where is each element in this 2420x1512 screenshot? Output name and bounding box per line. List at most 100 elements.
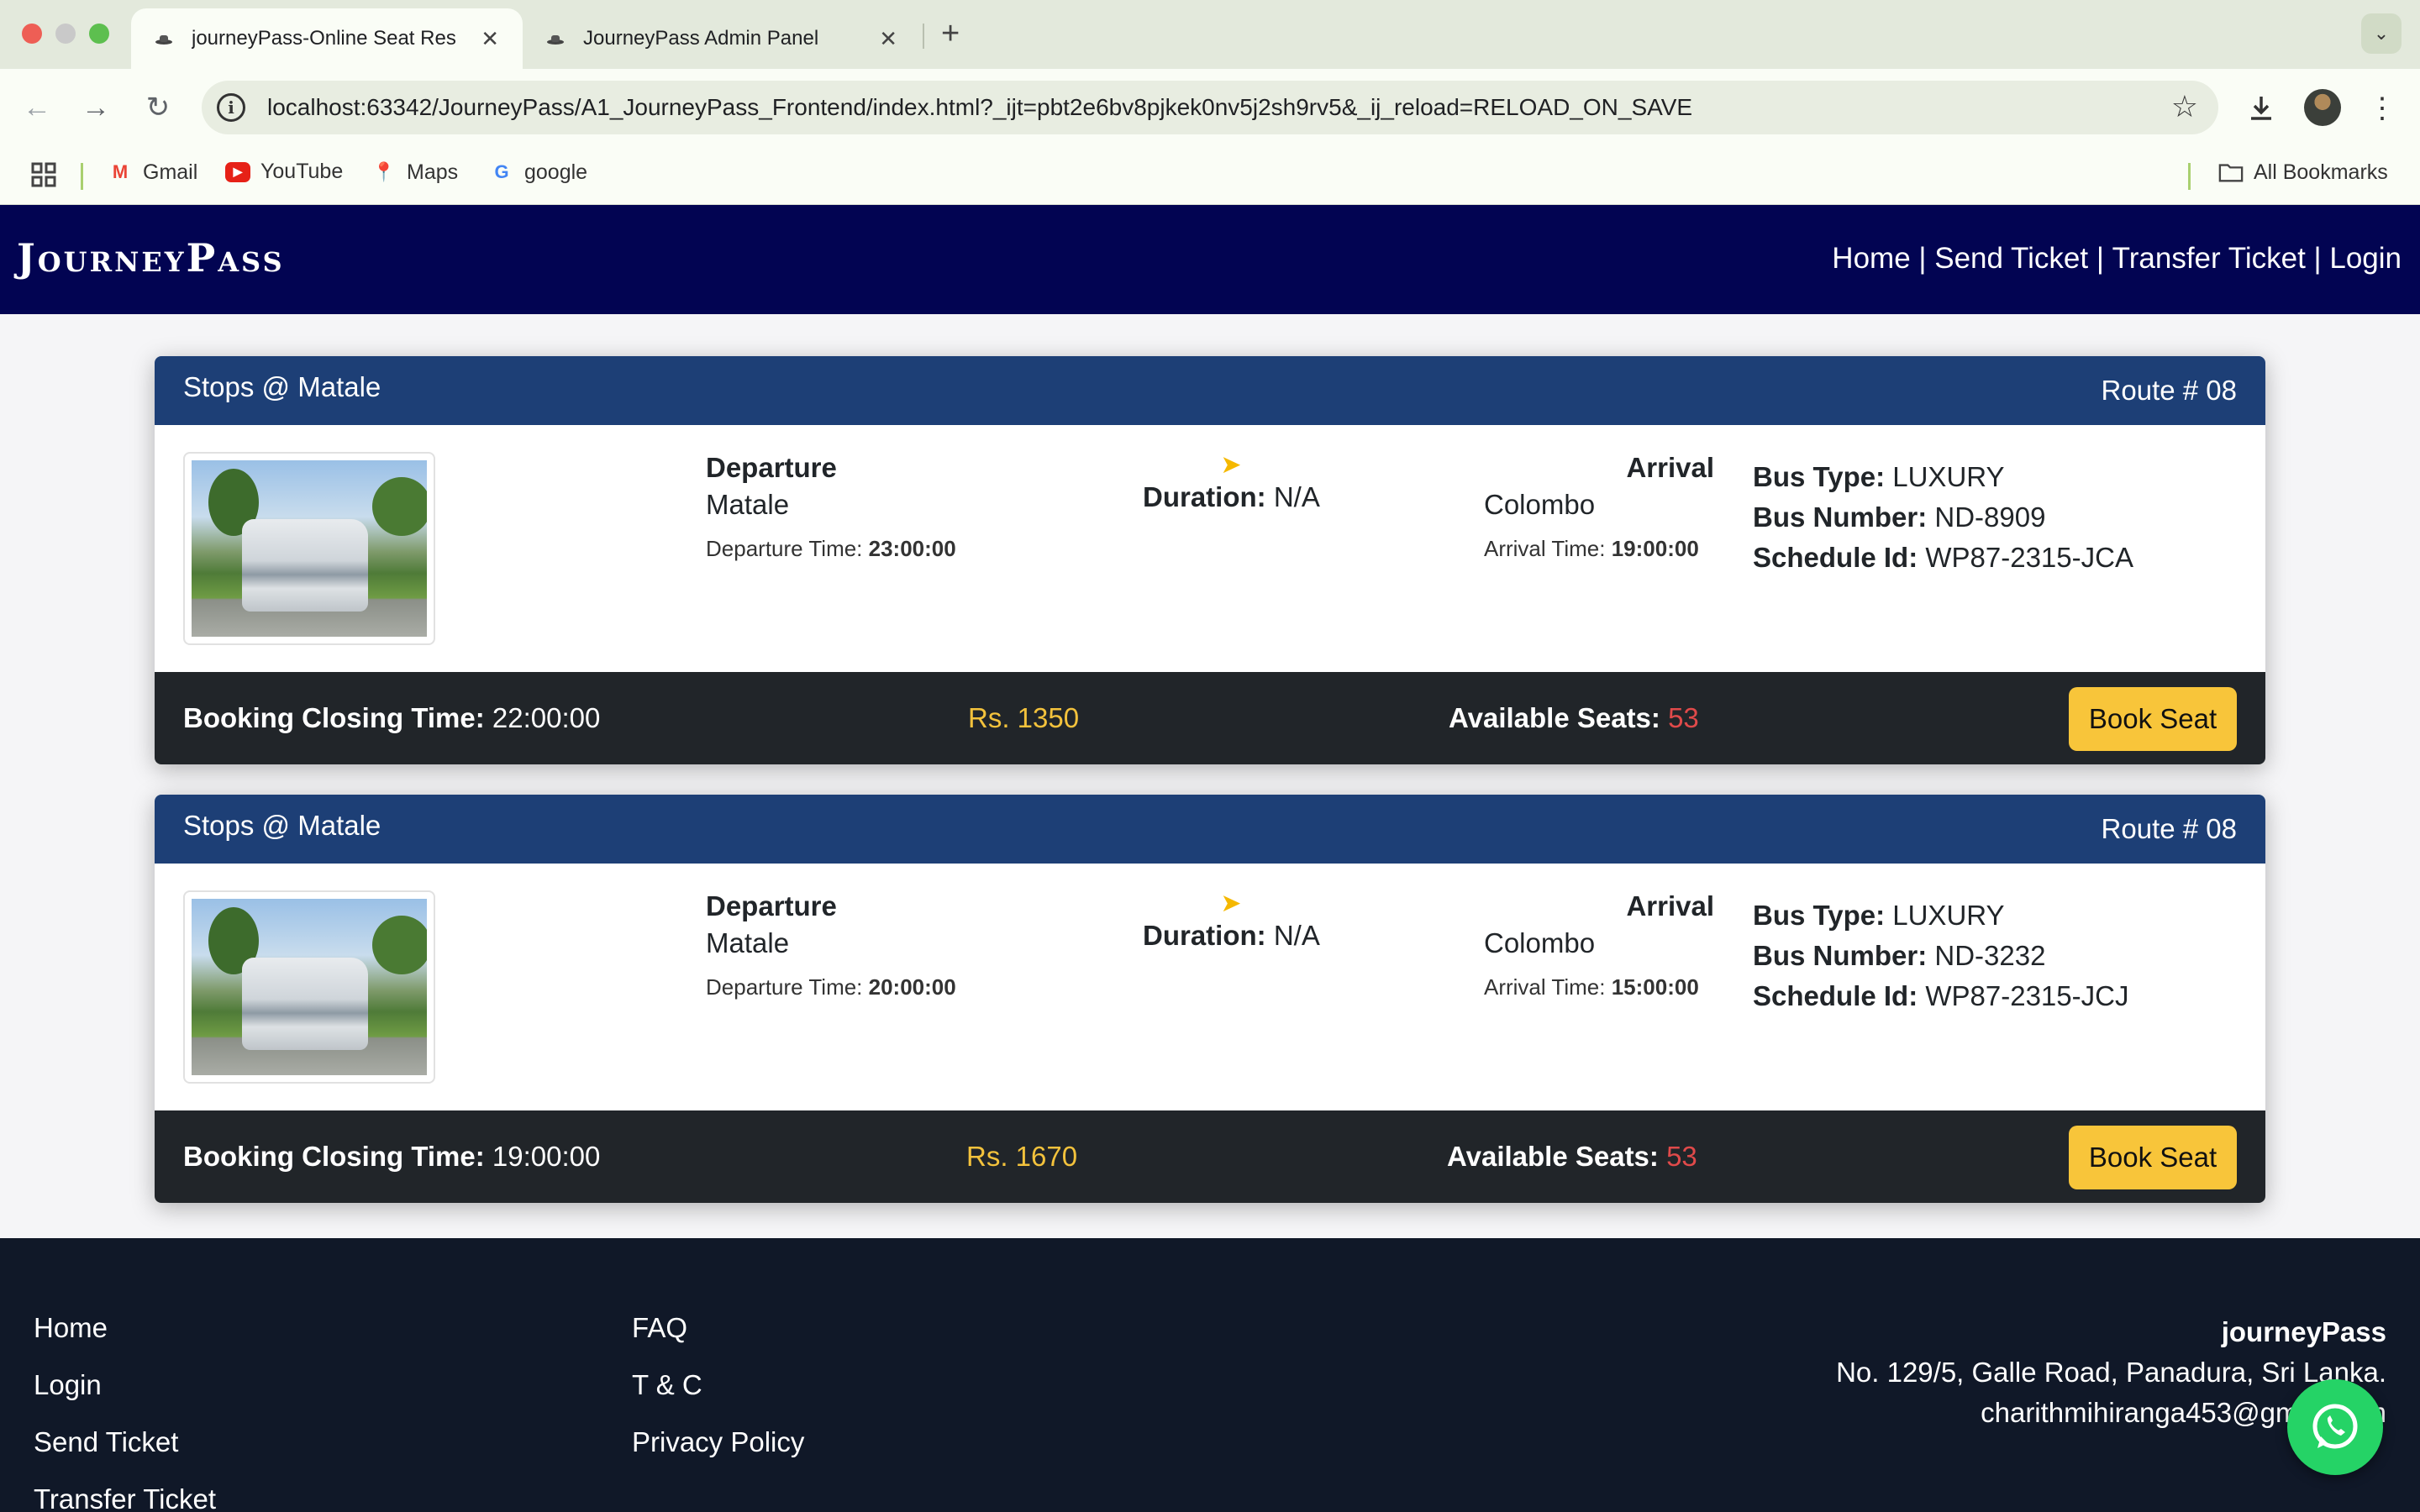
bookmark-divider [81,163,83,190]
nav-link-home[interactable]: Home [1832,242,1910,276]
nav-link-login[interactable]: Login [2329,242,2402,276]
bus-details: Bus Type: LUXURY Bus Number: ND-8909 Sch… [1753,457,2133,578]
browser-tab-active[interactable]: journeyPass-Online Seat Res ✕ [131,8,523,69]
bus-number-label: Bus Number: [1753,940,1928,971]
bookmark-star-icon[interactable]: ☆ [2171,89,2198,124]
route-number: Route # 08 [2101,813,2237,844]
card-footer: Booking Closing Time: 22:00:00 Rs. 1350 … [155,672,2265,764]
footer-link-send-ticket[interactable]: Send Ticket [34,1426,216,1483]
departure-time: 20:00:00 [868,974,956,1000]
maps-pin-icon: 📍 [372,161,396,182]
nav-link-send-ticket[interactable]: Send Ticket [1934,242,2088,276]
bookmark-label: Maps [407,160,459,184]
card-header: Stops @ Matale Route # 08 [155,356,2265,425]
more-menu-icon[interactable]: ⋮ [2361,87,2403,129]
departure-time-label: Departure Time: [706,974,863,1000]
arrival-block: Arrival Colombo Arrival Time: 15:00:00 [1484,890,1714,1000]
duration-value: N/A [1273,920,1320,951]
browser-tab[interactable]: JourneyPass Admin Panel ✕ [523,8,921,69]
duration-value: N/A [1273,481,1320,512]
bookmark-google[interactable]: G google [489,160,587,185]
bookmark-divider [2188,163,2191,190]
all-bookmarks-button[interactable]: All Bookmarks [2218,160,2388,185]
departure-label: Departure [706,452,837,483]
nav-separator: | [2088,242,2112,275]
bookmark-label: google [524,160,588,184]
card-body: Departure Matale Departure Time: 23:00:0… [155,425,2265,672]
closing-label: Booking Closing Time: [183,1141,485,1172]
bus-type: LUXURY [1892,900,2005,931]
bookmark-label: Gmail [143,160,198,184]
stops-label: Stops @ Matale [183,371,381,402]
schedule-id-label: Schedule Id: [1753,980,1918,1011]
forward-icon[interactable]: → [74,86,118,129]
profile-avatar[interactable] [2304,89,2341,126]
arrow-right-icon: ➤ [1220,451,1242,479]
download-icon[interactable] [2240,87,2282,129]
footer-link-faq[interactable]: FAQ [632,1312,804,1369]
departure-time-row: Departure Time: 20:00:00 [706,974,956,1000]
tab-search-button[interactable]: ⌄ [2361,13,2402,54]
bookmark-maps[interactable]: 📍 Maps [371,160,458,185]
bus-details: Bus Type: LUXURY Bus Number: ND-3232 Sch… [1753,895,2128,1016]
nav-separator: | [2305,242,2330,275]
footer-link-home[interactable]: Home [34,1312,216,1369]
departure-time: 23:00:00 [868,536,956,561]
bookmarks-bar: M Gmail ▶ YouTube 📍 Maps G google All Bo… [0,146,2420,205]
closing-time: 19:00:00 [492,1141,601,1172]
new-tab-button[interactable]: + [941,15,960,52]
departure-block: Departure Matale Departure Time: 23:00:0… [706,452,956,562]
tab-title: journeyPass-Online Seat Res [192,27,456,50]
bus-image [183,890,435,1084]
site-footer: Home Login Send Ticket Transfer Ticket F… [0,1238,2420,1512]
arrival-time: 15:00:00 [1611,974,1699,1000]
close-tab-icon[interactable]: ✕ [481,26,499,52]
close-window-button[interactable] [22,24,42,44]
departure-time-row: Departure Time: 23:00:00 [706,536,956,562]
maximize-window-button[interactable] [89,24,109,44]
bookmark-youtube[interactable]: ▶ YouTube [225,160,343,184]
arrival-time-label: Arrival Time: [1484,974,1606,1000]
route-number: Route # 08 [2101,375,2237,406]
bus-image [183,452,435,645]
reload-icon[interactable]: ↻ [136,86,180,129]
book-seat-button[interactable]: Book Seat [2069,1126,2237,1189]
seats-label: Available Seats: [1447,1141,1659,1172]
arrival-time-row: Arrival Time: 19:00:00 [1484,536,1714,562]
duration-block: ➤ Duration: N/A [1143,450,1320,513]
footer-link-terms[interactable]: T & C [632,1369,804,1426]
footer-link-privacy[interactable]: Privacy Policy [632,1426,804,1483]
arrival-time-row: Arrival Time: 15:00:00 [1484,974,1714,1000]
bus-type-label: Bus Type: [1753,900,1886,931]
closing-label: Booking Closing Time: [183,702,485,733]
browser-toolbar: ← → ↻ i localhost:63342/JourneyPass/A1_J… [0,69,2420,146]
bus-type: LUXURY [1892,461,2005,492]
brand-logo[interactable]: JourneyPass [17,235,285,281]
apps-icon[interactable] [30,161,57,188]
arrival-city: Colombo [1484,489,1596,520]
departure-time-label: Departure Time: [706,536,863,561]
back-icon[interactable]: ← [15,86,59,129]
nav-link-transfer-ticket[interactable]: Transfer Ticket [2112,242,2306,276]
hat-icon [155,35,172,45]
nav-links: Home | Send Ticket | Transfer Ticket | L… [1832,242,2402,276]
whatsapp-icon[interactable] [2287,1379,2383,1475]
ticket-price: Rs. 1350 [968,702,1080,733]
footer-link-login[interactable]: Login [34,1369,216,1426]
arrival-label: Arrival [1626,890,1714,921]
schedule-id: WP87-2315-JCJ [1925,980,2129,1011]
bookmark-gmail[interactable]: M Gmail [108,160,197,185]
footer-link-transfer-ticket[interactable]: Transfer Ticket [34,1483,216,1512]
minimize-window-button[interactable] [55,24,76,44]
site-info-icon[interactable]: i [217,93,245,122]
folder-icon [2218,160,2244,185]
youtube-icon: ▶ [225,161,250,182]
browser-tab-bar: journeyPass-Online Seat Res ✕ JourneyPas… [0,0,2420,69]
departure-block: Departure Matale Departure Time: 20:00:0… [706,890,956,1000]
gmail-icon: M [112,161,129,182]
close-tab-icon[interactable]: ✕ [879,26,897,52]
book-seat-button[interactable]: Book Seat [2069,687,2237,751]
departure-city: Matale [706,927,790,958]
address-bar[interactable]: i localhost:63342/JourneyPass/A1_Journey… [202,81,2218,134]
footer-links-primary: Home Login Send Ticket Transfer Ticket [34,1312,216,1512]
